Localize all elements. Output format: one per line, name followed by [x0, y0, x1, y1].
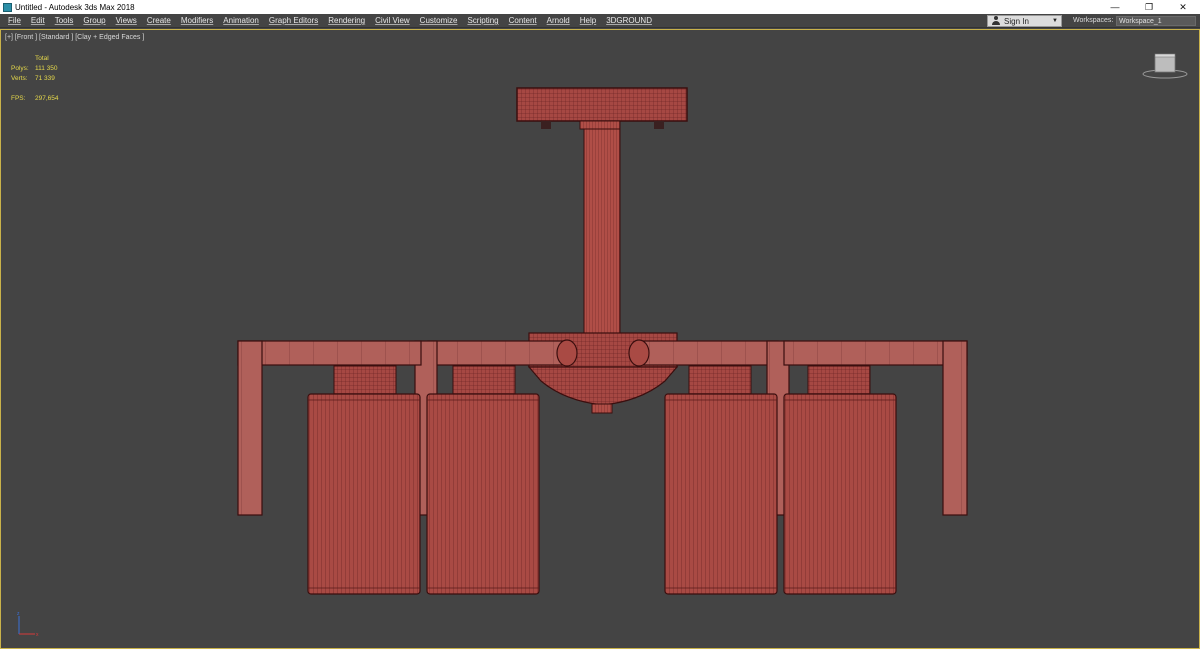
- menu-item-file[interactable]: File: [3, 16, 26, 25]
- title-bar: Untitled - Autodesk 3ds Max 2018 — ❐ ✕: [0, 0, 1200, 14]
- menu-item-views[interactable]: Views: [111, 16, 142, 25]
- menu-list: File Edit Tools Group Views Create Modifiers An…: [0, 14, 657, 28]
- menu-item-create[interactable]: Create: [142, 16, 176, 25]
- chevron-down-icon: ▼: [1052, 18, 1058, 24]
- menu-item-group[interactable]: Group: [78, 16, 110, 25]
- menu-item-graph-editors[interactable]: Graph Editors: [264, 16, 323, 25]
- minimize-button[interactable]: —: [1098, 0, 1132, 14]
- menu-item-3dground[interactable]: 3DGROUND: [601, 16, 657, 25]
- chandelier-model[interactable]: [1, 30, 1199, 648]
- sign-in-label: Sign In: [1004, 16, 1029, 26]
- front-viewport[interactable]: [+] [Front ] [Standard ] [Clay + Edged F…: [0, 29, 1200, 649]
- menu-item-arnold[interactable]: Arnold: [542, 16, 575, 25]
- close-button[interactable]: ✕: [1166, 0, 1200, 14]
- window-title: Untitled - Autodesk 3ds Max 2018: [15, 2, 135, 12]
- menu-item-help[interactable]: Help: [575, 16, 601, 25]
- restore-button[interactable]: ❐: [1132, 0, 1166, 14]
- menu-item-edit[interactable]: Edit: [26, 16, 50, 25]
- menu-item-animation[interactable]: Animation: [218, 16, 264, 25]
- sign-in-dropdown[interactable]: Sign In ▼: [987, 15, 1062, 27]
- menu-item-rendering[interactable]: Rendering: [323, 16, 370, 25]
- menu-item-scripting[interactable]: Scripting: [462, 16, 503, 25]
- menu-item-modifiers[interactable]: Modifiers: [176, 16, 218, 25]
- app-icon: [3, 2, 12, 12]
- menu-item-customize[interactable]: Customize: [415, 16, 463, 25]
- workspaces-label: Workspaces:: [1073, 17, 1114, 24]
- menu-item-tools[interactable]: Tools: [50, 16, 79, 25]
- lamp-shades: [307, 393, 897, 595]
- user-icon: [991, 16, 1001, 26]
- central-rod: [579, 120, 621, 334]
- menu-item-civil-view[interactable]: Civil View: [370, 16, 415, 25]
- menu-bar: File Edit Tools Group Views Create Modifiers An…: [0, 14, 1200, 28]
- menu-item-content[interactable]: Content: [504, 16, 542, 25]
- workspace-select[interactable]: Workspace_1: [1116, 16, 1196, 26]
